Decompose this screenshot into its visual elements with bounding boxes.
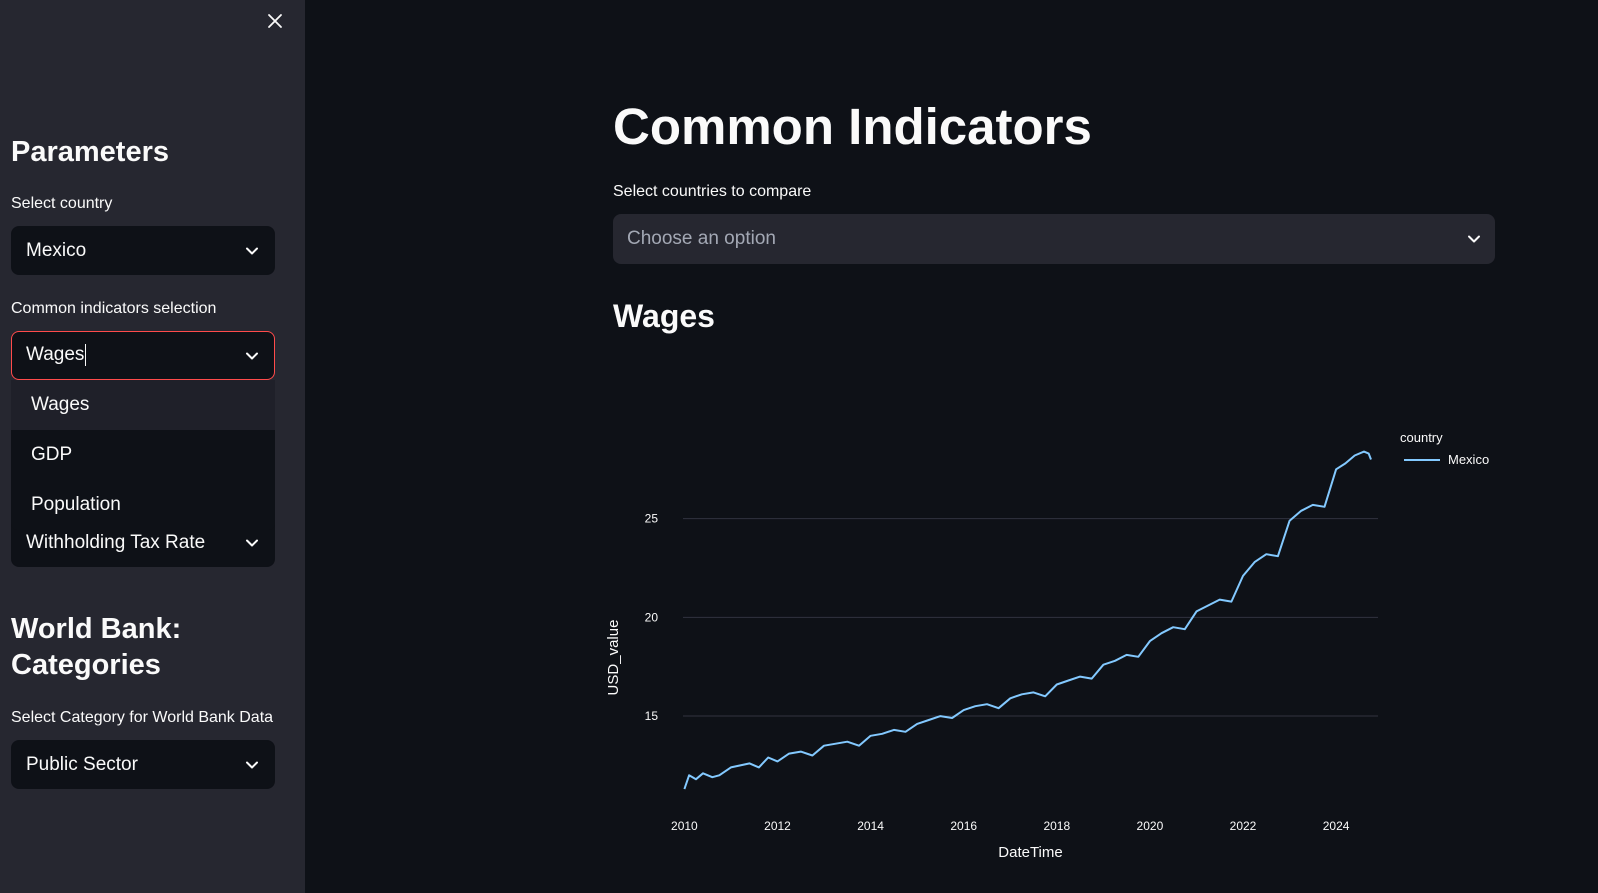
category-select-label: Select Category for World Bank Data bbox=[11, 709, 274, 726]
compare-select-label: Select countries to compare bbox=[613, 183, 812, 200]
y-tick-label: 15 bbox=[645, 709, 659, 723]
sidebar: Parameters Select country Mexico Common … bbox=[0, 0, 305, 893]
indicator-select-label: Common indicators selection bbox=[11, 300, 217, 317]
x-tick-label: 2018 bbox=[1043, 819, 1070, 833]
y-tick-label: 20 bbox=[645, 610, 659, 624]
series-line-mexico bbox=[683, 450, 1372, 790]
country-select[interactable]: Mexico bbox=[11, 226, 275, 275]
dropdown-option-gdp[interactable]: GDP bbox=[11, 430, 275, 480]
worldbank-heading-line2: Categories bbox=[11, 649, 161, 681]
x-tick-label: 2014 bbox=[857, 819, 884, 833]
x-tick-label: 2012 bbox=[764, 819, 791, 833]
country-select-label: Select country bbox=[11, 195, 113, 212]
x-tick-label: 2010 bbox=[671, 819, 698, 833]
text-cursor bbox=[85, 344, 87, 367]
indicator-dropdown-menu: Wages GDP Population bbox=[11, 380, 275, 530]
x-axis-title: DateTime bbox=[998, 844, 1062, 861]
worldbank-heading-line1: World Bank: bbox=[11, 613, 182, 645]
x-tick-label: 2016 bbox=[950, 819, 977, 833]
legend-title: country bbox=[1400, 430, 1443, 445]
compare-countries-multiselect[interactable]: Choose an option bbox=[613, 214, 1495, 264]
wages-line-chart[interactable]: 15 20 25 2010 2012 2014 2016 2018 2020 2022 2024 Da… bbox=[600, 420, 1500, 880]
parameters-heading: Parameters bbox=[11, 136, 169, 168]
dropdown-option-wages[interactable]: Wages bbox=[11, 380, 275, 430]
category-select[interactable]: Public Sector bbox=[11, 740, 275, 789]
dropdown-option-population[interactable]: Population bbox=[11, 480, 275, 530]
category-select-value: Public Sector bbox=[26, 753, 138, 775]
chevron-down-icon bbox=[244, 757, 260, 773]
y-tick-label: 25 bbox=[645, 512, 659, 526]
section-title: Wages bbox=[613, 298, 715, 334]
indicator-search-input[interactable]: Wages bbox=[26, 345, 84, 366]
tax-rate-select-value: Withholding Tax Rate bbox=[26, 531, 206, 553]
close-icon bbox=[268, 14, 282, 28]
indicator-select[interactable]: Wages bbox=[11, 331, 275, 380]
x-tick-label: 2022 bbox=[1230, 819, 1257, 833]
chevron-down-icon bbox=[244, 348, 260, 364]
x-tick-label: 2024 bbox=[1323, 819, 1350, 833]
close-sidebar-button[interactable] bbox=[262, 8, 288, 34]
page-title: Common Indicators bbox=[613, 98, 1092, 155]
chevron-down-icon bbox=[244, 243, 260, 259]
y-axis-title: USD_value bbox=[605, 620, 622, 696]
x-tick-label: 2020 bbox=[1137, 819, 1164, 833]
country-select-value: Mexico bbox=[26, 239, 87, 261]
chevron-down-icon bbox=[244, 535, 260, 551]
legend-item-label: Mexico bbox=[1448, 452, 1489, 467]
compare-placeholder: Choose an option bbox=[627, 228, 776, 249]
worldbank-heading: World Bank: Categories bbox=[11, 611, 181, 683]
chevron-down-icon bbox=[1467, 228, 1481, 250]
